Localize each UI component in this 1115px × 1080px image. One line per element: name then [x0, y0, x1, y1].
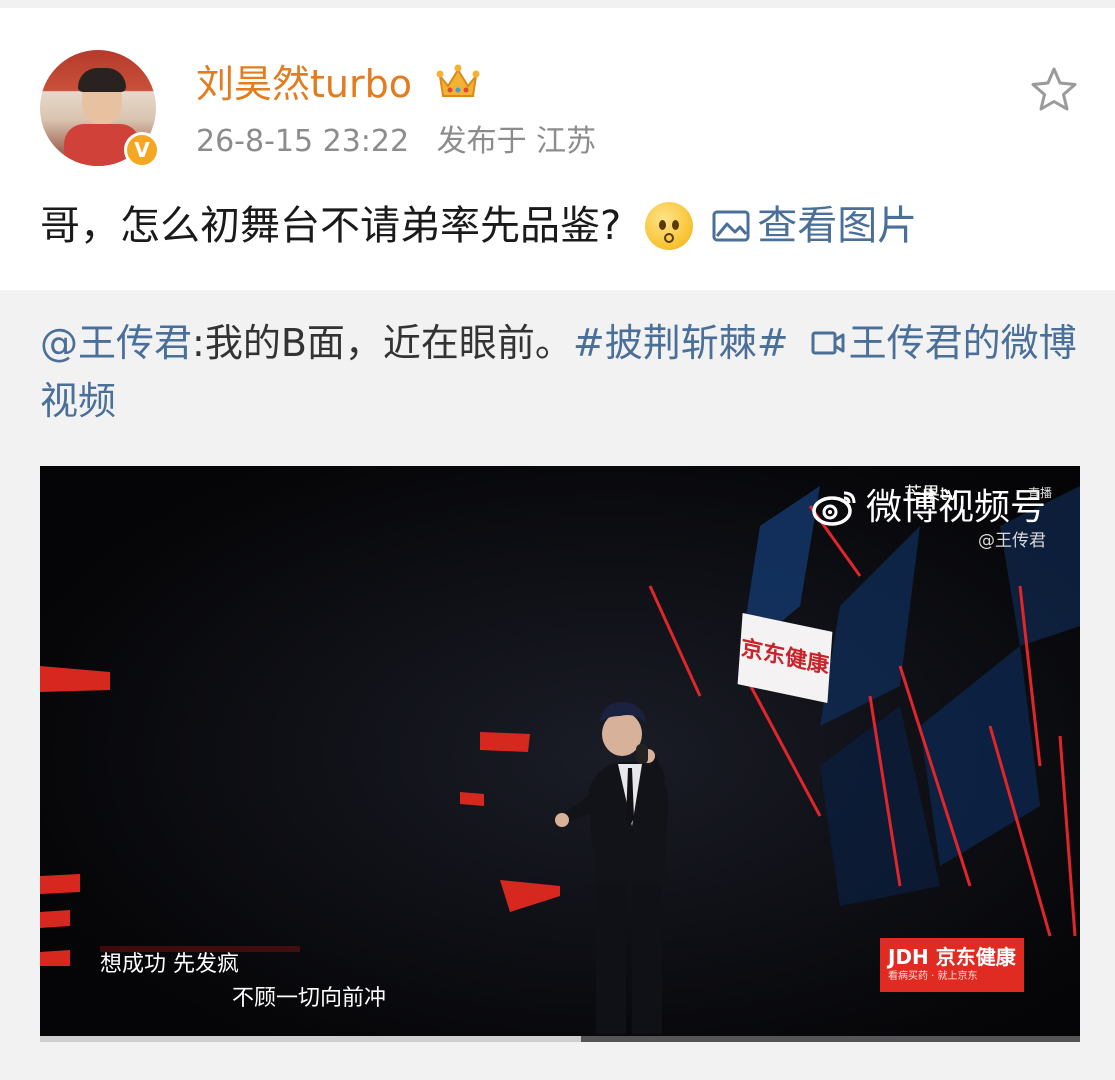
- post-text: 哥，怎么初舞台不请弟率先品鉴? 查看图片: [40, 198, 917, 254]
- post-content: 哥，怎么初舞台不请弟率先品鉴?: [40, 203, 622, 249]
- live-watermark: 直播: [1027, 486, 1052, 500]
- verified-badge-icon: V: [124, 132, 160, 168]
- subtitle-line-2: 不顾一切向前冲: [232, 986, 387, 1011]
- repost-mention-link[interactable]: @王传君: [40, 321, 192, 365]
- crown-icon: [436, 64, 480, 97]
- upside-down-face-emoji-icon: [645, 202, 694, 250]
- video-camera-icon: [811, 331, 845, 354]
- top-divider: [0, 0, 1115, 8]
- sponsor-logo: JDH 京东健康 看病买药 · 就上京东: [880, 938, 1024, 992]
- image-icon: [712, 210, 750, 242]
- post-meta: 26-8-15 23:22 发布于 江苏: [196, 120, 614, 164]
- video-progress-bar[interactable]: [40, 1036, 1080, 1042]
- repost-card[interactable]: @王传君:我的B面，近在眼前。#披荆斩棘# 王传君的微博视频 微博视频号 芒果t…: [0, 290, 1115, 1080]
- avatar[interactable]: V: [40, 50, 160, 168]
- sponsor-slogan: 看病买药 · 就上京东: [888, 971, 978, 982]
- star-icon[interactable]: [1030, 66, 1078, 112]
- video-progress-fill: [40, 1036, 581, 1042]
- subtitle-line-1: 想成功 先发疯: [100, 952, 239, 977]
- view-image-link[interactable]: 查看图片: [711, 198, 917, 254]
- post-location: 发布于 江苏: [436, 124, 597, 159]
- weibo-watermark: 微博视频号 芒果tv 直播 @王传君: [812, 484, 1052, 552]
- username[interactable]: 刘昊然turbo: [196, 60, 412, 108]
- sponsor-name: JDH 京东健康: [888, 945, 1016, 969]
- view-image-label: 查看图片: [757, 203, 918, 249]
- post-timestamp: 26-8-15 23:22: [196, 124, 410, 159]
- weibo-logo-icon: [812, 491, 856, 526]
- hashtag-link[interactable]: #披荆斩棘#: [573, 321, 789, 365]
- repost-content: :我的B面，近在眼前。: [192, 321, 573, 365]
- mango-tv-watermark: 芒果tv: [903, 484, 958, 505]
- watermark-user: @王传君: [978, 531, 1046, 551]
- repost-text: @王传君:我的B面，近在眼前。#披荆斩棘# 王传君的微博视频: [40, 314, 1080, 430]
- video-player[interactable]: 微博视频号 芒果tv 直播 @王传君 京东健康 想成功 先发疯 不顾一切向前冲 …: [40, 466, 1080, 1042]
